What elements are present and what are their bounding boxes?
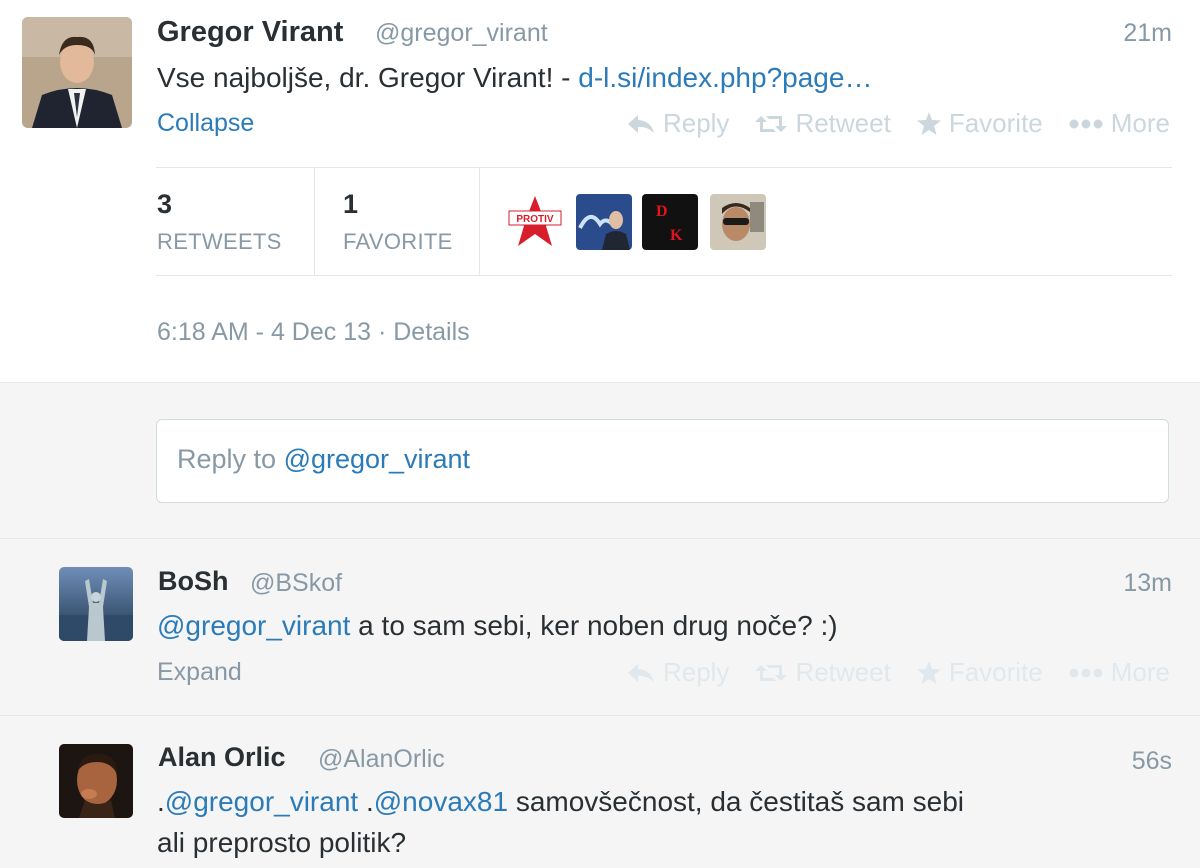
retweet-icon: [755, 664, 788, 681]
more-label: More: [1110, 108, 1170, 138]
reply-input[interactable]: Reply to @gregor_virant: [156, 419, 1169, 503]
stats-divider: [479, 168, 480, 275]
retweet-button[interactable]: Retweet: [755, 657, 891, 688]
details-link[interactable]: Details: [393, 318, 469, 346]
reply-text: @gregor_virant a to sam sebi, ker noben …: [157, 606, 838, 646]
reply-mention[interactable]: @gregor_virant: [157, 610, 350, 641]
reply-button[interactable]: Reply: [627, 657, 729, 688]
more-button[interactable]: More: [1069, 657, 1170, 688]
reply-button[interactable]: Reply: [627, 108, 729, 139]
expand-link[interactable]: Expand: [157, 658, 242, 687]
reply-author-handle[interactable]: @BSkof: [250, 569, 342, 598]
avatar-gregor-virant[interactable]: [22, 17, 132, 128]
reply-icon: [627, 114, 654, 133]
reply-time[interactable]: 13m: [1123, 569, 1172, 598]
retweet-label: Retweet: [795, 657, 891, 687]
reply-mention-1[interactable]: @gregor_virant: [165, 786, 358, 817]
more-label: More: [1110, 657, 1170, 687]
reply-author-handle[interactable]: @AlanOrlic: [318, 745, 445, 774]
tweet-actions: Reply Retweet Favorite More: [601, 108, 1170, 139]
reply-label: Reply: [662, 108, 730, 138]
favorites-label[interactable]: FAVORITE: [343, 229, 453, 255]
retweet-button[interactable]: Retweet: [755, 108, 891, 139]
favoriter-avatar-4[interactable]: [710, 194, 766, 250]
retweet-icon: [755, 115, 788, 132]
reply-text-body: samovšečnost, da čestitaš sam sebi: [508, 786, 965, 817]
avatar-alan-orlic[interactable]: [59, 744, 133, 818]
collapse-link[interactable]: Collapse: [157, 109, 254, 138]
reply-divider: [0, 715, 1200, 716]
stats-divider-top: [156, 167, 1172, 168]
favorite-label: Favorite: [948, 657, 1043, 687]
retweet-label: Retweet: [795, 108, 891, 138]
reply-label: Reply: [662, 657, 730, 687]
reply-divider: [0, 538, 1200, 539]
stats-divider-bottom: [156, 275, 1172, 276]
reply-placeholder-mention: @gregor_virant: [283, 444, 471, 474]
more-dots-icon: [1069, 119, 1103, 128]
author-handle[interactable]: @gregor_virant: [375, 19, 548, 48]
dk-badge-d: D: [656, 203, 668, 220]
reply-time[interactable]: 56s: [1132, 747, 1172, 776]
tweet-text-body: Vse najboljše, dr. Gregor Virant! -: [157, 62, 579, 93]
tweet-timestamp: 6:18 AM - 4 Dec 13 · Details: [157, 318, 470, 347]
dk-badge-k: K: [670, 227, 683, 244]
favoriter-avatar-dk[interactable]: D K: [642, 194, 698, 250]
star-icon: [916, 112, 941, 135]
reply-prefix: .: [157, 786, 165, 817]
reply-placeholder: Reply to @gregor_virant: [177, 444, 470, 475]
stats-divider: [314, 168, 315, 275]
author-name[interactable]: Gregor Virant: [157, 16, 343, 49]
star-icon: [916, 661, 941, 684]
tweet-link[interactable]: d-l.si/index.php?page…: [578, 62, 872, 93]
reply-text-body-2: ali preprosto politik?: [157, 827, 407, 858]
retweets-count[interactable]: 3: [157, 189, 172, 220]
tweet-text: Vse najboljše, dr. Gregor Virant! - d-l.…: [157, 58, 872, 98]
reply-icon: [627, 663, 654, 682]
reply-text-line2: ali preprosto politik?: [157, 823, 406, 863]
main-tweet: Gregor Virant @gregor_virant 21m Vse naj…: [0, 0, 1200, 383]
reply-text-body: a to sam sebi, ker noben drug noče? :): [350, 610, 838, 641]
avatar-bosh[interactable]: [59, 567, 133, 641]
more-button[interactable]: More: [1069, 108, 1170, 139]
retweets-label[interactable]: RETWEETS: [157, 229, 282, 255]
protiv-badge-text: PROTIV: [516, 214, 554, 225]
reply-actions: Reply Retweet Favorite More: [601, 657, 1170, 688]
reply-author-name[interactable]: BoSh: [158, 566, 229, 597]
favoriter-avatar-protiv[interactable]: PROTIV: [507, 194, 563, 250]
favorite-button[interactable]: Favorite: [916, 657, 1043, 688]
timestamp-text[interactable]: 6:18 AM - 4 Dec 13: [157, 318, 371, 346]
details-separator: ·: [371, 318, 394, 346]
more-dots-icon: [1069, 668, 1103, 677]
tweet-time[interactable]: 21m: [1123, 19, 1172, 48]
reply-mention-2[interactable]: @novax81: [374, 786, 508, 817]
reply-text-line1: .@gregor_virant .@novax81 samovšečnost, …: [157, 782, 964, 822]
favorites-count[interactable]: 1: [343, 189, 358, 220]
favorite-label: Favorite: [948, 108, 1043, 138]
favorite-button[interactable]: Favorite: [916, 108, 1043, 139]
reply-placeholder-prefix: Reply to: [177, 444, 284, 474]
reply-mid: .: [358, 786, 374, 817]
favoriter-avatar-2[interactable]: [576, 194, 632, 250]
reply-author-name[interactable]: Alan Orlic: [158, 742, 286, 773]
